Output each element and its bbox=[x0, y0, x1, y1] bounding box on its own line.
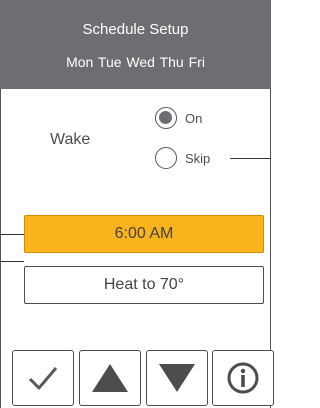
callout-line-skip bbox=[230, 158, 271, 159]
left-frame-line bbox=[0, 89, 1, 408]
period-label: Wake bbox=[50, 131, 91, 148]
up-button[interactable] bbox=[79, 350, 141, 406]
info-icon bbox=[227, 362, 259, 394]
callout-line-time bbox=[0, 234, 24, 235]
callout-line-setpoint bbox=[0, 261, 24, 262]
page-title: Schedule Setup bbox=[82, 21, 189, 38]
radio-skip[interactable]: Skip bbox=[155, 147, 210, 169]
arrow-down-icon bbox=[159, 364, 195, 392]
schedule-days: Mon Tue Wed Thu Fri bbox=[66, 54, 205, 70]
radio-on-indicator[interactable] bbox=[155, 107, 177, 129]
header-bar: Schedule Setup Mon Tue Wed Thu Fri bbox=[0, 0, 271, 89]
radio-skip-label: Skip bbox=[185, 150, 211, 166]
time-field[interactable]: 6:00 AM bbox=[24, 215, 264, 253]
down-button[interactable] bbox=[146, 350, 208, 406]
confirm-button[interactable] bbox=[12, 350, 74, 406]
radio-skip-indicator[interactable] bbox=[155, 147, 177, 169]
radio-on-label: On bbox=[185, 110, 203, 126]
radio-on[interactable]: On bbox=[155, 107, 202, 129]
info-button[interactable] bbox=[212, 350, 274, 406]
check-icon bbox=[28, 367, 58, 390]
setpoint-field[interactable]: Heat to 70° bbox=[24, 266, 264, 304]
arrow-up-icon bbox=[92, 364, 128, 392]
